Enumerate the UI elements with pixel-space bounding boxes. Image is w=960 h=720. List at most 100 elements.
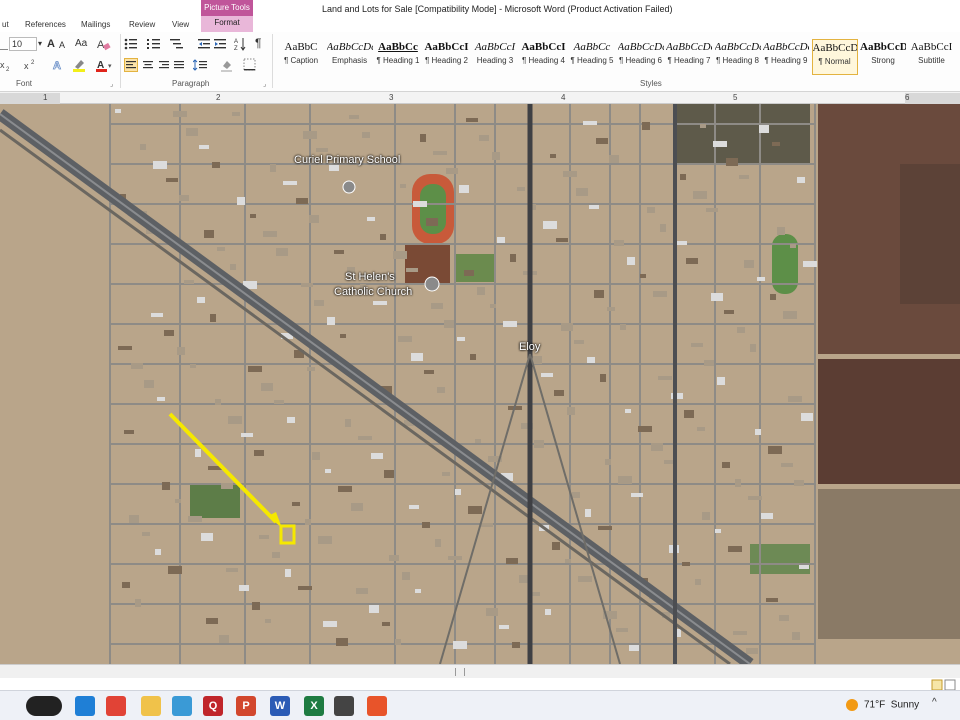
align-center-glyph (143, 61, 153, 69)
style-caption[interactable]: AaBbC ¶ Caption (278, 39, 324, 75)
style-normal[interactable]: AaBbCcDc ¶ Normal (811, 39, 858, 75)
show-formatting-button[interactable]: ¶ (255, 37, 261, 49)
numbering-icon[interactable] (147, 37, 163, 51)
paragraph-group-label: Paragraph (172, 79, 210, 88)
building (305, 519, 311, 525)
sun-icon (846, 699, 858, 711)
church-pin-icon[interactable] (424, 276, 440, 292)
horizontal-ruler[interactable]: 1 2 3 4 5 6 (0, 92, 960, 105)
bullets-glyph (124, 38, 137, 50)
sort-glyph: AZ (234, 38, 246, 52)
style-heading-5[interactable]: AaBbCc ¶ Heading 5 (569, 39, 615, 75)
font-color-icon[interactable]: A ▾ (96, 58, 114, 72)
style-heading-1[interactable]: AaBbCc ¶ Heading 1 (375, 39, 421, 75)
borders-icon[interactable] (243, 58, 261, 72)
tab-layout[interactable]: ut (2, 20, 9, 29)
text-effects-icon[interactable]: A (52, 58, 68, 73)
clear-formatting-icon[interactable]: A (97, 37, 111, 51)
style-name: Strong (871, 56, 895, 65)
scrollbar-grip[interactable] (455, 668, 465, 676)
edge-icon[interactable] (75, 696, 95, 716)
font-size-box[interactable]: 10 (9, 37, 37, 51)
shrink-font-button[interactable]: A (59, 39, 65, 51)
grow-font-button[interactable]: A (47, 38, 55, 50)
superscript-icon[interactable]: x2 (24, 58, 38, 72)
style-sample: AaBbCcDc (666, 41, 712, 53)
satellite-map-image[interactable]: Curiel Primary School St Helen's Catholi… (0, 104, 960, 664)
chrome-icon[interactable] (106, 696, 126, 716)
tab-references[interactable]: References (25, 20, 66, 29)
building (455, 489, 461, 495)
building (144, 380, 154, 388)
sort-icon[interactable]: AZ (234, 37, 248, 52)
quicken-icon[interactable]: Q (203, 696, 223, 716)
style-heading-9[interactable]: AaBbCcDc ¶ Heading 9 (763, 39, 809, 75)
change-case-button[interactable]: Aa (75, 38, 87, 50)
style-heading-6[interactable]: AaBbCcDc ¶ Heading 6 (618, 39, 664, 75)
word-icon[interactable]: W (270, 696, 290, 716)
decrease-indent-glyph (198, 39, 210, 49)
style-heading-4[interactable]: AaBbCcI ¶ Heading 4 (521, 39, 567, 75)
decrease-indent-icon[interactable] (198, 37, 212, 51)
text-highlight-icon[interactable] (72, 58, 90, 72)
multilevel-list-icon[interactable] (170, 37, 186, 51)
building (453, 641, 467, 649)
building (695, 579, 701, 585)
bullets-icon[interactable] (124, 37, 140, 51)
highway-median (0, 113, 751, 664)
increase-indent-icon[interactable] (214, 37, 228, 51)
powerpoint-icon[interactable]: P (236, 696, 256, 716)
building (384, 470, 394, 478)
align-right-icon[interactable] (158, 59, 170, 71)
building (393, 251, 407, 259)
brave-icon[interactable] (367, 696, 387, 716)
shading-icon[interactable] (220, 58, 238, 72)
building (733, 631, 747, 635)
style-heading-3[interactable]: AaBbCcI Heading 3 (472, 39, 518, 75)
tab-mailings[interactable]: Mailings (81, 20, 110, 29)
building (307, 367, 315, 371)
building (497, 237, 505, 243)
style-heading-7[interactable]: AaBbCcDc ¶ Heading 7 (666, 39, 712, 75)
paragraph-dialog-launcher-icon[interactable]: ⌟ (263, 79, 266, 91)
align-left-icon[interactable] (124, 58, 138, 72)
building (230, 264, 236, 270)
building (175, 499, 181, 503)
building (697, 427, 705, 431)
copilot-icon[interactable] (26, 696, 62, 716)
building (794, 480, 804, 486)
font-name-dropdown[interactable] (0, 38, 8, 50)
align-center-icon[interactable] (142, 59, 154, 71)
tab-review[interactable]: Review (129, 20, 155, 29)
chevron-up-icon[interactable]: ^ (932, 697, 937, 708)
style-heading-2[interactable]: AaBbCcI ¶ Heading 2 (424, 39, 470, 75)
style-strong[interactable]: AaBbCcDd Strong (860, 39, 906, 75)
building (358, 436, 372, 440)
font-size-dropdown-icon[interactable]: ▾ (38, 38, 42, 50)
file-explorer-icon[interactable] (141, 696, 161, 716)
style-emphasis[interactable]: AaBbCcDc Emphasis (327, 39, 373, 75)
style-subtitle[interactable]: AaBbCcI Subtitle (909, 39, 955, 75)
tab-view[interactable]: View (172, 20, 189, 29)
horizontal-scrollbar[interactable] (0, 664, 960, 678)
building (541, 373, 553, 377)
style-heading-8[interactable]: AaBbCcDc ¶ Heading 8 (715, 39, 761, 75)
weather-widget[interactable]: 71°F Sunny (846, 699, 919, 711)
photos-icon[interactable] (172, 696, 192, 716)
subscript-icon[interactable]: x2 (0, 58, 12, 73)
building (285, 569, 291, 577)
justify-icon[interactable] (173, 59, 185, 71)
school-pin-icon[interactable] (342, 180, 356, 194)
excel-icon[interactable]: X (304, 696, 324, 716)
building (596, 138, 608, 144)
car-icon[interactable] (334, 696, 354, 716)
building (779, 615, 789, 621)
building (195, 449, 201, 457)
ruler-number: 3 (389, 93, 394, 102)
tab-format[interactable]: Format (201, 18, 253, 27)
font-dialog-launcher-icon[interactable]: ⌟ (110, 79, 113, 91)
building (232, 112, 240, 116)
building (466, 118, 478, 122)
building (777, 227, 785, 235)
line-spacing-icon[interactable] (192, 59, 211, 71)
